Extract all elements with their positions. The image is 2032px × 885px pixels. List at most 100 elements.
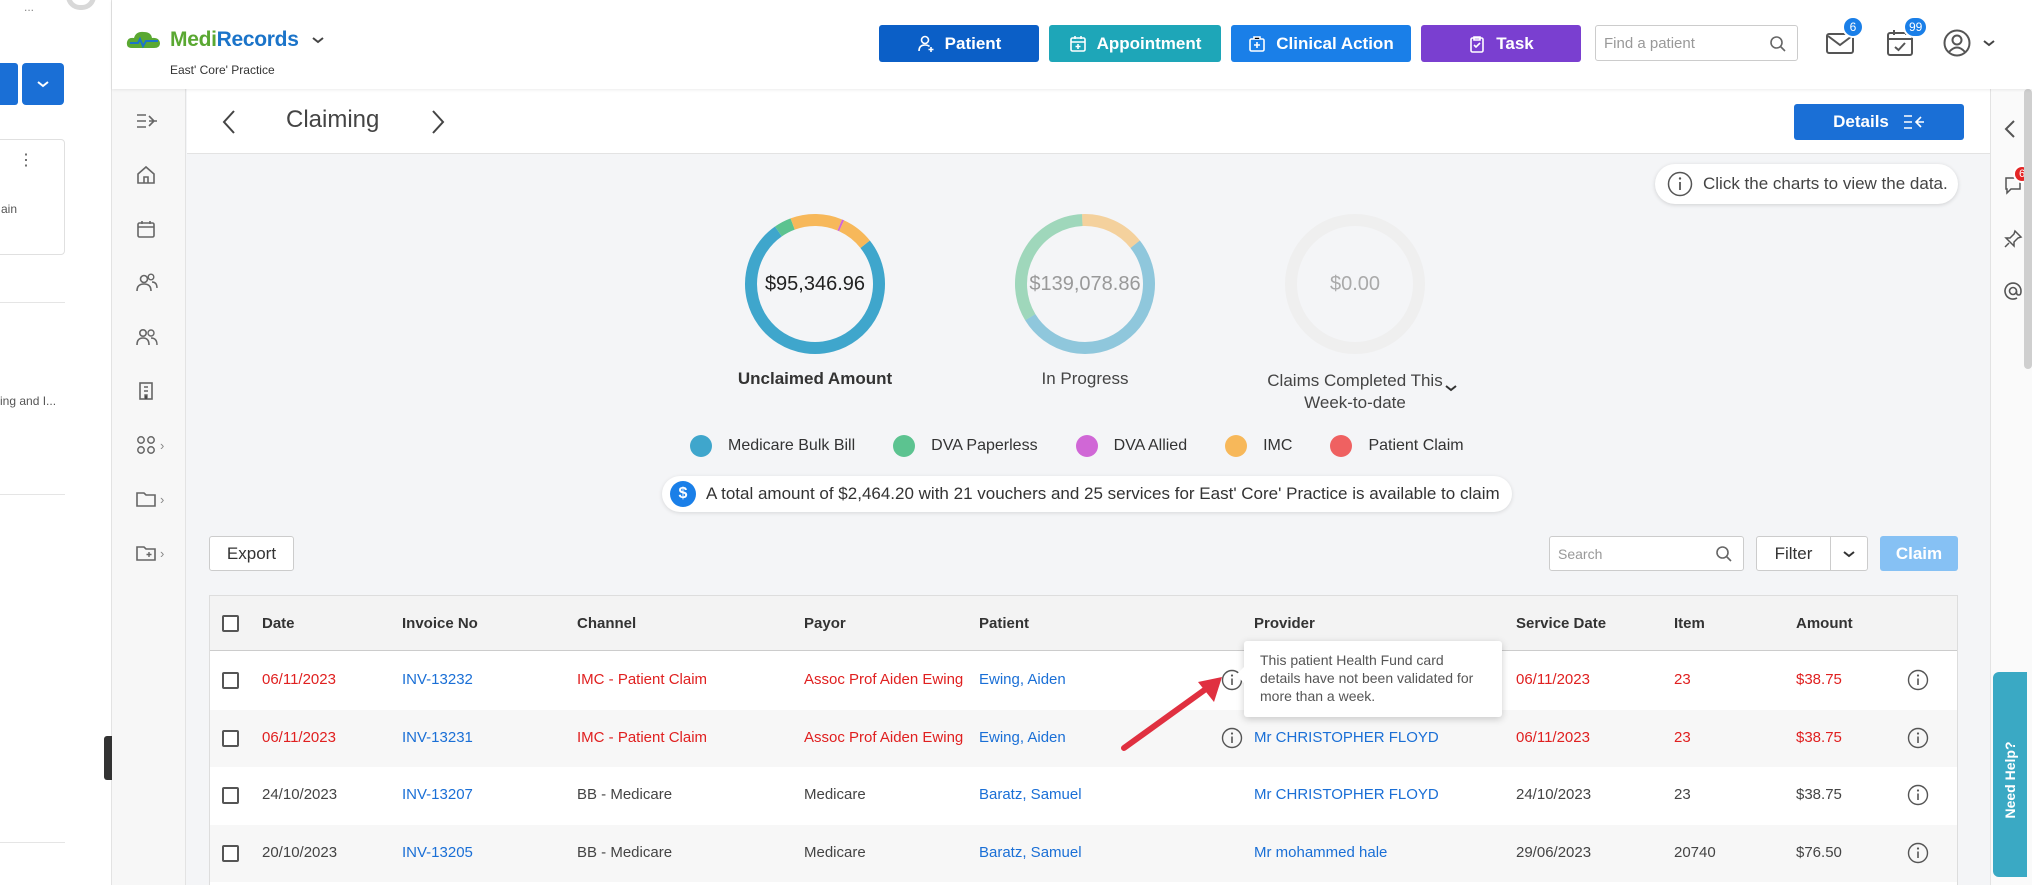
cell-patient[interactable]: Baratz, Samuel — [979, 844, 1082, 861]
table-search-input[interactable] — [1558, 546, 1708, 562]
divider — [0, 302, 65, 303]
app-name: MediRecords — [170, 28, 299, 51]
collapse-right-button[interactable] — [2003, 119, 2017, 139]
cell-invoice[interactable]: INV-13232 — [402, 671, 473, 688]
filter-button[interactable]: Filter — [1756, 536, 1868, 571]
row-checkbox[interactable] — [222, 844, 239, 862]
kebab-menu-icon[interactable]: ⋮ — [18, 153, 34, 169]
new-task-button[interactable]: Task — [1421, 25, 1581, 62]
search-icon[interactable] — [1769, 35, 1787, 53]
new-appointment-button[interactable]: Appointment — [1049, 25, 1221, 62]
chevron-down-icon[interactable] — [1444, 383, 1458, 393]
truncated-text: ing and I... — [0, 394, 57, 408]
table-row[interactable]: 20/10/2023 INV-13205 BB - Medicare Medicare… — [210, 824, 1957, 882]
row-checkbox[interactable] — [222, 787, 239, 804]
cell-service-date: 06/11/2023 — [1516, 728, 1590, 746]
nav-home[interactable] — [136, 160, 170, 190]
search-icon[interactable] — [1715, 545, 1733, 563]
table-row[interactable]: 24/10/2023 INV-13207 BB - Medicare Medicare… — [210, 767, 1957, 824]
legend-item[interactable]: DVA Allied — [1075, 435, 1187, 457]
messages-button[interactable]: 6 — [1825, 16, 1864, 58]
column-header[interactable]: Invoice No — [402, 615, 478, 632]
pin-button[interactable] — [2003, 229, 2023, 249]
cell-provider[interactable]: Mr CHRISTOPHER FLOYD — [1254, 729, 1439, 746]
info-icon[interactable] — [1907, 784, 1929, 806]
user-menu[interactable] — [1942, 28, 1996, 58]
chevron-left-icon[interactable] — [221, 109, 237, 135]
table-search[interactable] — [1549, 536, 1744, 571]
home-icon — [137, 165, 155, 184]
cell-amount: $38.75 — [1796, 671, 1842, 688]
cell-invoice[interactable]: INV-13231 — [402, 729, 473, 746]
column-header[interactable]: Patient — [979, 615, 1029, 632]
filter-label[interactable]: Filter — [1757, 537, 1831, 570]
info-icon[interactable] — [1907, 669, 1929, 691]
users-icon — [136, 273, 158, 292]
legend-item[interactable]: IMC — [1225, 435, 1292, 457]
row-checkbox[interactable] — [222, 672, 239, 689]
folder-icon — [136, 492, 156, 507]
mentions-button[interactable] — [2003, 281, 2023, 301]
legend-item[interactable]: Patient Claim — [1330, 435, 1464, 457]
cell-invoice[interactable]: INV-13207 — [402, 786, 473, 803]
chevron-down-icon — [1983, 40, 1995, 47]
select-all-checkbox[interactable] — [222, 615, 239, 632]
details-button[interactable]: Details — [1794, 104, 1964, 140]
table-row[interactable]: 06/11/2023 INV-13231 IMC - Patient Claim As… — [210, 709, 1957, 767]
filter-dropdown[interactable] — [1831, 537, 1867, 570]
nav-folder-tree[interactable]: › — [136, 538, 170, 568]
column-header[interactable]: Amount — [1796, 615, 1853, 632]
nav-folder[interactable]: › — [136, 484, 170, 514]
need-help-button[interactable]: Need Help? — [1993, 672, 2027, 877]
people-icon — [136, 328, 158, 346]
cell-provider[interactable]: Mr CHRISTOPHER FLOYD — [1254, 786, 1439, 803]
dropdown-button[interactable] — [22, 63, 64, 105]
chevron-right-icon[interactable] — [430, 109, 446, 135]
claims-completed-chart[interactable]: $0.00 — [1283, 212, 1427, 356]
primary-button-fragment[interactable] — [0, 63, 18, 105]
cell-invoice[interactable]: INV-13205 — [402, 844, 473, 861]
unclaimed-amount-chart[interactable]: $95,346.96 — [743, 212, 887, 356]
row-checkbox[interactable] — [222, 729, 239, 747]
cell-provider[interactable]: Mr mohammed hale — [1254, 844, 1387, 861]
legend-item[interactable]: Medicare Bulk Bill — [690, 435, 855, 457]
column-header[interactable]: Provider — [1254, 615, 1315, 632]
scrollbar[interactable] — [2024, 89, 2032, 369]
cell-patient[interactable]: Ewing, Aiden — [979, 671, 1066, 688]
nav-apps[interactable]: › — [136, 430, 170, 460]
legend-item[interactable]: DVA Paperless — [893, 435, 1038, 457]
claims-table: Date Invoice No Channel Payor Patient Pr… — [209, 595, 1958, 885]
find-patient-input[interactable] — [1604, 35, 1764, 52]
app-logo[interactable]: MediRecords — [124, 28, 325, 52]
nav-contacts[interactable] — [136, 322, 170, 352]
cell-patient[interactable]: Ewing, Aiden — [979, 729, 1066, 746]
find-patient-search[interactable] — [1595, 25, 1798, 61]
column-header[interactable]: Item — [1674, 615, 1705, 632]
info-icon[interactable] — [1907, 727, 1929, 749]
nav-patients-group[interactable] — [136, 268, 170, 298]
legend-swatch — [690, 435, 712, 457]
expand-nav-button[interactable] — [136, 106, 170, 136]
cell-patient[interactable]: Baratz, Samuel — [979, 786, 1082, 803]
column-header[interactable]: Service Date — [1516, 615, 1606, 632]
cell-date: 24/10/2023 — [262, 786, 338, 803]
new-patient-button[interactable]: Patient — [879, 25, 1039, 62]
column-header[interactable]: Channel — [577, 615, 636, 632]
chevron-down-icon[interactable] — [311, 35, 325, 45]
cell-date: 06/11/2023 — [262, 671, 336, 688]
chart-label[interactable]: Claims Completed This Week-to-date — [1240, 370, 1470, 414]
in-progress-chart[interactable]: $139,078.86 — [1013, 212, 1157, 356]
nav-calendar[interactable] — [136, 214, 170, 244]
nav-building[interactable] — [136, 376, 170, 406]
info-icon[interactable] — [1907, 842, 1929, 864]
claim-button[interactable]: Claim — [1880, 536, 1958, 571]
info-icon — [1667, 171, 1693, 197]
health-fund-tooltip: This patient Health Fund card details ha… — [1236, 641, 1502, 717]
column-header[interactable]: Date — [262, 615, 295, 632]
table-row[interactable]: 06/11/2023 INV-13232 IMC - Patient Claim As… — [210, 652, 1957, 709]
export-button[interactable]: Export — [209, 536, 294, 571]
chat-button[interactable]: 6 — [2003, 165, 2032, 195]
column-header[interactable]: Payor — [804, 615, 846, 632]
tasks-button[interactable]: 99 — [1885, 16, 1929, 58]
clinical-action-button[interactable]: Clinical Action — [1231, 25, 1411, 62]
